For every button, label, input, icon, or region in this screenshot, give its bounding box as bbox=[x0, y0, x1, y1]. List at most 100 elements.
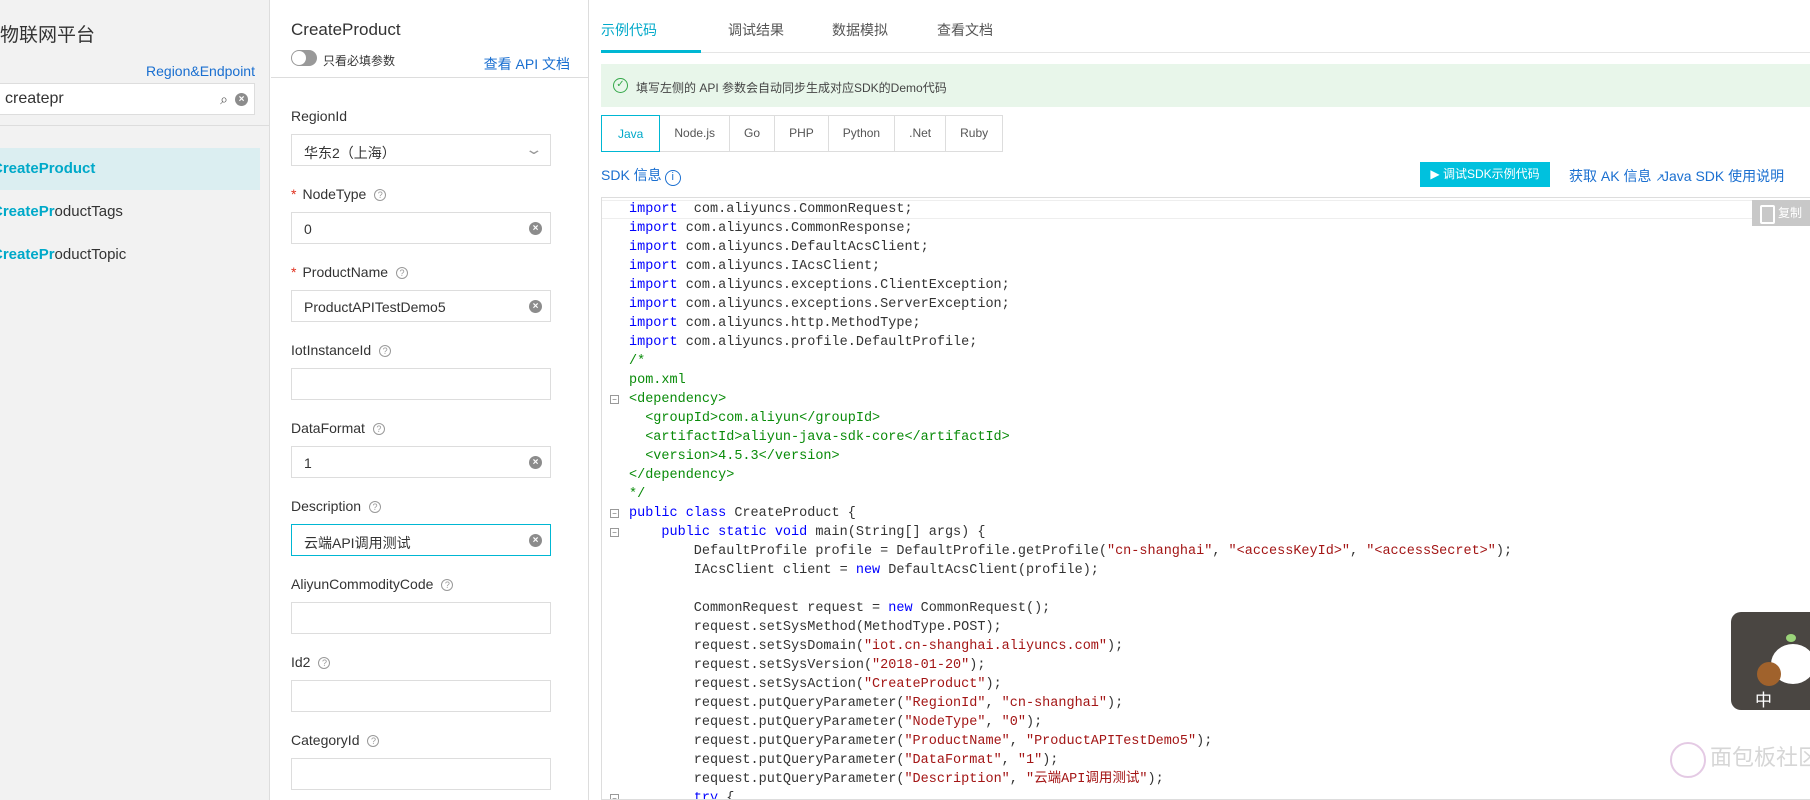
help-icon[interactable]: ? bbox=[372, 423, 385, 436]
fold-toggle-icon[interactable]: − bbox=[610, 395, 619, 404]
lang-tab-go[interactable]: Go bbox=[730, 116, 776, 151]
field-description-input[interactable]: 云端API调用测试 × bbox=[291, 524, 551, 556]
lang-tab-php[interactable]: PHP bbox=[775, 116, 829, 151]
code-line: import com.aliyuncs.exceptions.ServerExc… bbox=[629, 295, 1010, 314]
search-icon[interactable]: ⌕ bbox=[220, 91, 228, 108]
code-line: try { bbox=[629, 789, 735, 799]
field-aliyuncommoditycode-input[interactable] bbox=[291, 602, 551, 634]
code-line: import com.aliyuncs.profile.DefaultProfi… bbox=[629, 333, 977, 352]
sdk-info-link[interactable]: SDK 信息 i bbox=[601, 165, 681, 186]
item-rest-text: oductTags bbox=[54, 203, 123, 220]
api-list-item[interactable]: CreateProductTopic bbox=[0, 234, 260, 276]
tab-0[interactable]: 示例代码 bbox=[601, 20, 657, 40]
code-token: com.aliyuncs.DefaultAcsClient; bbox=[677, 240, 929, 255]
java-sdk-doc-link[interactable]: Java SDK 使用说明 bbox=[1662, 166, 1784, 186]
code-line: request.putQueryParameter("Description",… bbox=[629, 770, 1164, 789]
clear-icon[interactable]: × bbox=[529, 300, 542, 313]
field-categoryid-input[interactable] bbox=[291, 758, 551, 790]
check-circle-icon: ✓ bbox=[613, 78, 628, 93]
lang-tab-java[interactable]: Java bbox=[601, 115, 661, 152]
field-label: * NodeType? bbox=[291, 186, 387, 202]
code-token: request.putQueryParameter( bbox=[629, 696, 905, 711]
field-dataformat-input[interactable]: 1 × bbox=[291, 446, 551, 478]
lang-tab-nodejs[interactable]: Node.js bbox=[660, 116, 731, 151]
clear-icon[interactable]: × bbox=[529, 456, 542, 469]
code-token: public static void bbox=[661, 525, 808, 540]
clear-icon[interactable]: × bbox=[529, 222, 542, 235]
help-icon[interactable]: ? bbox=[367, 735, 380, 748]
info-banner: ✓ 填写左侧的 API 参数会自动同步生成对应SDK的Demo代码 bbox=[601, 64, 1810, 107]
info-icon[interactable]: i bbox=[664, 170, 681, 186]
field-regionid-select[interactable]: 华东2（上海） ⌄ bbox=[291, 134, 551, 166]
api-search-input[interactable]: createpr ⌕ × bbox=[0, 83, 255, 115]
code-token: "ProductAPITestDemo5" bbox=[1025, 734, 1197, 749]
code-line: DefaultProfile profile = DefaultProfile.… bbox=[629, 542, 1512, 561]
help-icon[interactable]: ? bbox=[379, 345, 392, 358]
code-token: "<accessKeyId>" bbox=[1228, 544, 1351, 559]
code-token: request.putQueryParameter( bbox=[629, 734, 905, 749]
code-line: import com.aliyuncs.IAcsClient; bbox=[629, 257, 880, 276]
code-token: CommonRequest request = bbox=[629, 601, 889, 616]
code-line: import com.aliyuncs.DefaultAcsClient; bbox=[629, 238, 929, 257]
code-token: import bbox=[629, 202, 678, 217]
code-line: import com.aliyuncs.CommonRequest; bbox=[629, 200, 913, 219]
code-token: "0" bbox=[1001, 715, 1026, 730]
required-asterisk: * bbox=[291, 264, 297, 280]
code-token: request.putQueryParameter( bbox=[629, 715, 905, 730]
product-title: 物联网平台 bbox=[0, 25, 96, 46]
code-token: ); bbox=[1042, 753, 1059, 768]
floating-sticker-widget[interactable]: 中 bbox=[1731, 612, 1810, 710]
field-nodetype-input[interactable]: 0 × bbox=[291, 212, 551, 244]
code-token: */ bbox=[629, 487, 646, 502]
toggle-label: 只看必填参数 bbox=[323, 54, 396, 68]
code-token: DefaultProfile profile = DefaultProfile.… bbox=[629, 544, 1107, 559]
tab-1[interactable]: 调试结果 bbox=[728, 20, 784, 40]
code-token: main(String[] args) { bbox=[807, 525, 986, 540]
field-iotinstanceid-input[interactable] bbox=[291, 368, 551, 400]
code-token: "cn-shanghai" bbox=[1001, 696, 1107, 711]
required-only-toggle[interactable] bbox=[291, 50, 317, 66]
help-icon[interactable]: ? bbox=[369, 501, 382, 514]
lang-tab-ruby[interactable]: Ruby bbox=[946, 116, 1002, 151]
api-list-item[interactable]: CreateProduct bbox=[0, 148, 260, 190]
item-match-text: CreatePr bbox=[0, 203, 55, 220]
code-token: "云端API调用测试" bbox=[1025, 772, 1148, 787]
code-token: ); bbox=[1147, 772, 1164, 787]
help-icon[interactable]: ? bbox=[441, 579, 454, 592]
field-label-text: RegionId bbox=[291, 108, 348, 124]
tab-2[interactable]: 数据模拟 bbox=[832, 20, 888, 40]
code-token: "RegionId" bbox=[904, 696, 986, 711]
fold-toggle-icon[interactable]: − bbox=[610, 528, 619, 537]
code-token: /* bbox=[629, 354, 646, 369]
basketball-icon bbox=[1757, 662, 1781, 686]
field-productname-input[interactable]: ProductAPITestDemo5 × bbox=[291, 290, 551, 322]
run-sdk-demo-button[interactable]: ▶ 调试SDK示例代码 bbox=[1420, 162, 1550, 187]
field-label-text: NodeType bbox=[302, 186, 367, 202]
code-line: /* bbox=[629, 352, 645, 371]
api-list-item[interactable]: CreateProductTags bbox=[0, 191, 260, 233]
help-icon[interactable]: ? bbox=[318, 657, 331, 670]
lang-tab-python[interactable]: Python bbox=[829, 116, 896, 151]
help-icon[interactable]: ? bbox=[396, 267, 409, 280]
field-id2-input[interactable] bbox=[291, 680, 551, 712]
code-line: request.setSysMethod(MethodType.POST); bbox=[629, 618, 1002, 637]
field-label-text: IotInstanceId bbox=[291, 342, 372, 358]
view-api-doc-link[interactable]: 查看 API 文档 bbox=[484, 54, 570, 74]
fold-toggle-icon[interactable]: − bbox=[610, 794, 619, 799]
get-ak-link[interactable]: 获取 AK 信息 ↗ bbox=[1569, 166, 1665, 186]
clear-icon[interactable]: × bbox=[529, 534, 542, 547]
lang-tab-net[interactable]: .Net bbox=[895, 116, 947, 151]
field-label-text: AliyunCommodityCode bbox=[291, 576, 434, 592]
help-icon[interactable]: ? bbox=[374, 189, 387, 202]
fold-toggle-icon[interactable]: − bbox=[610, 509, 619, 518]
code-token: "CreateProduct" bbox=[863, 677, 986, 692]
clear-icon[interactable]: × bbox=[235, 93, 248, 106]
region-endpoint-link[interactable]: Region&Endpoint bbox=[146, 63, 255, 79]
tab-bar-line bbox=[601, 52, 1810, 53]
leaf-icon bbox=[1786, 634, 1796, 642]
item-match-text: CreatePr bbox=[0, 160, 55, 177]
code-token: CreateProduct { bbox=[726, 506, 856, 521]
code-editor[interactable]: import com.aliyuncs.CommonRequest; import… bbox=[601, 197, 1810, 800]
copy-button[interactable]: 复制 bbox=[1752, 200, 1810, 226]
tab-3[interactable]: 查看文档 bbox=[937, 20, 993, 40]
